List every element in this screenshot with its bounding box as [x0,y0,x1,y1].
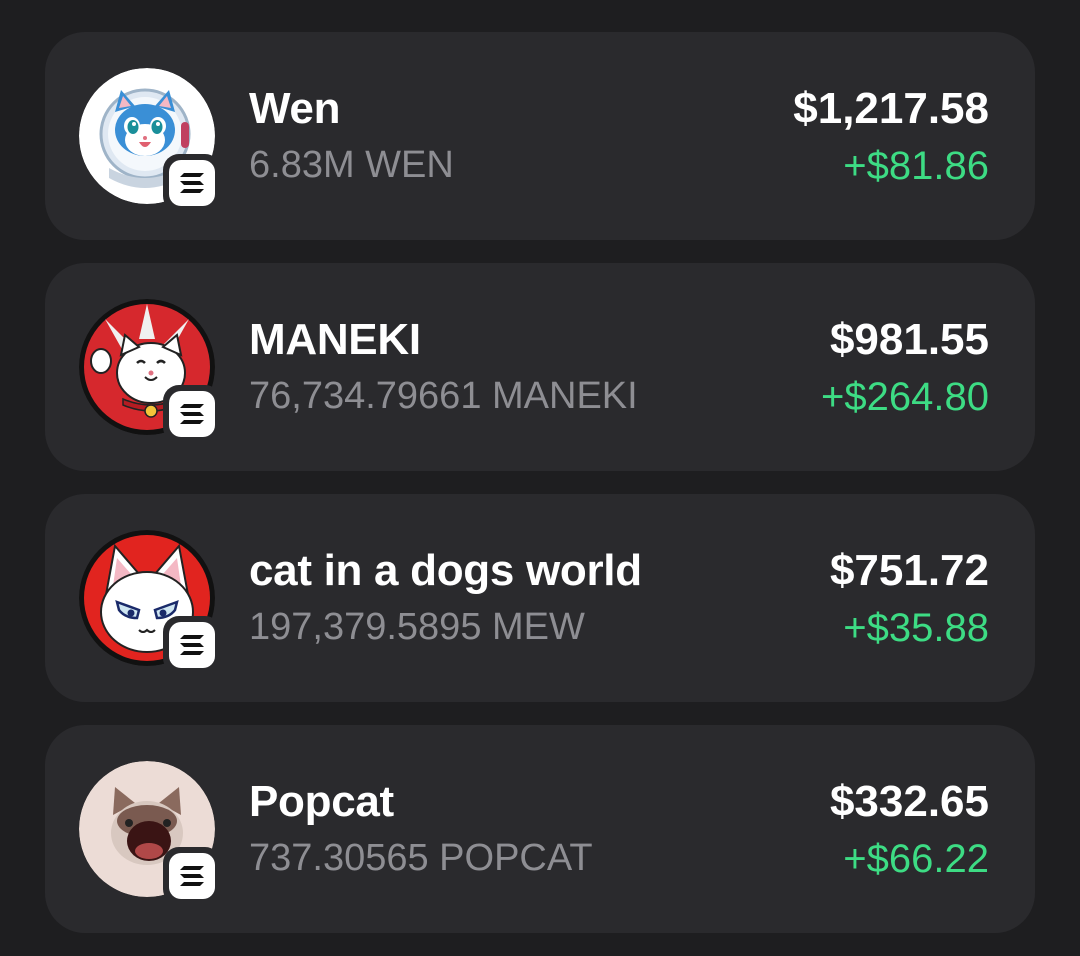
token-avatar [79,68,221,212]
token-value: $1,217.58 [793,84,989,133]
token-value: $332.65 [829,777,989,826]
token-amount: 197,379.5895 MEW [249,606,585,648]
token-name: MANEKI [249,315,421,364]
token-amount: 6.83M WEN [249,144,454,186]
solana-icon [180,173,204,193]
token-change: +$35.88 [843,606,989,650]
token-name: cat in a dogs world [249,546,642,595]
chain-badge [163,154,221,212]
token-avatar [79,530,221,674]
token-row-wen[interactable]: Wen 6.83M WEN $1,217.58 +$81.86 [45,32,1035,240]
token-amount: 737.30565 POPCAT [249,837,593,879]
token-avatar [79,761,221,905]
token-name: Popcat [249,777,394,826]
solana-icon [180,404,204,424]
token-change: +$264.80 [821,375,989,419]
token-row-maneki[interactable]: MANEKI 76,734.79661 MANEKI $981.55 +$264… [45,263,1035,471]
token-amount: 76,734.79661 MANEKI [249,375,638,417]
token-avatar [79,299,221,443]
token-value: $981.55 [829,315,989,364]
chain-badge [163,616,221,674]
solana-icon [180,866,204,886]
token-name: Wen [249,84,341,133]
token-change: +$81.86 [843,144,989,188]
chain-badge [163,847,221,905]
token-change: +$66.22 [843,837,989,881]
solana-icon [180,635,204,655]
token-row-popcat[interactable]: Popcat 737.30565 POPCAT $332.65 +$66.22 [45,725,1035,933]
chain-badge [163,385,221,443]
token-list: Wen 6.83M WEN $1,217.58 +$81.86 MANEKI 7… [45,32,1035,956]
token-row-mew[interactable]: cat in a dogs world 197,379.5895 MEW $75… [45,494,1035,702]
token-value: $751.72 [829,546,989,595]
